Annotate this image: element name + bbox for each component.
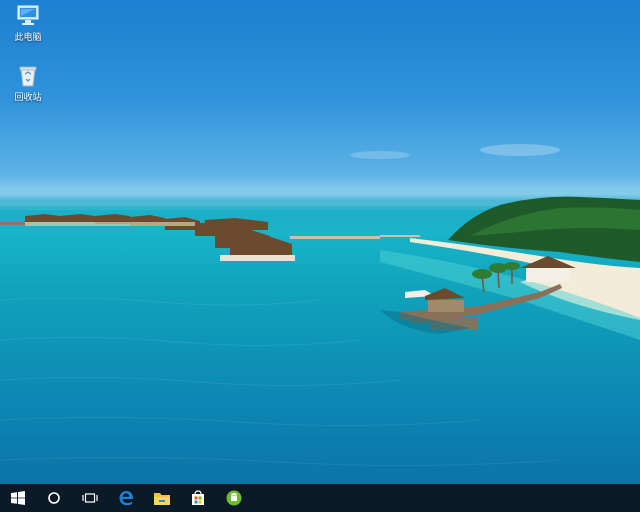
taskbar-android-app[interactable] [216, 484, 252, 512]
store-bag-icon [192, 490, 204, 505]
circle-icon [48, 492, 60, 504]
desktop[interactable]: 此电脑 回收站 [0, 0, 640, 484]
taskbar [0, 484, 640, 512]
android-icon [226, 490, 242, 506]
edge-browser-icon [119, 491, 133, 506]
folder-icon [154, 492, 170, 505]
desktop-icon-recycle-bin[interactable]: 回收站 [0, 64, 56, 103]
taskbar-file-explorer[interactable] [144, 484, 180, 512]
cortana-search-button[interactable] [36, 484, 72, 512]
desktop-icon-label: 回收站 [14, 93, 42, 103]
this-pc-icon [17, 5, 39, 25]
taskbar-edge[interactable] [108, 484, 144, 512]
recycle-bin-icon [19, 66, 37, 87]
taskbar-store[interactable] [180, 484, 216, 512]
start-button[interactable] [0, 484, 36, 512]
wallpaper-image [0, 144, 640, 467]
task-view-button[interactable] [72, 484, 108, 512]
desktop-icon-label: 此电脑 [14, 33, 42, 43]
task-view-icon [82, 493, 98, 503]
windows-logo-icon [11, 491, 25, 505]
desktop-icon-this-pc[interactable]: 此电脑 [0, 4, 56, 43]
